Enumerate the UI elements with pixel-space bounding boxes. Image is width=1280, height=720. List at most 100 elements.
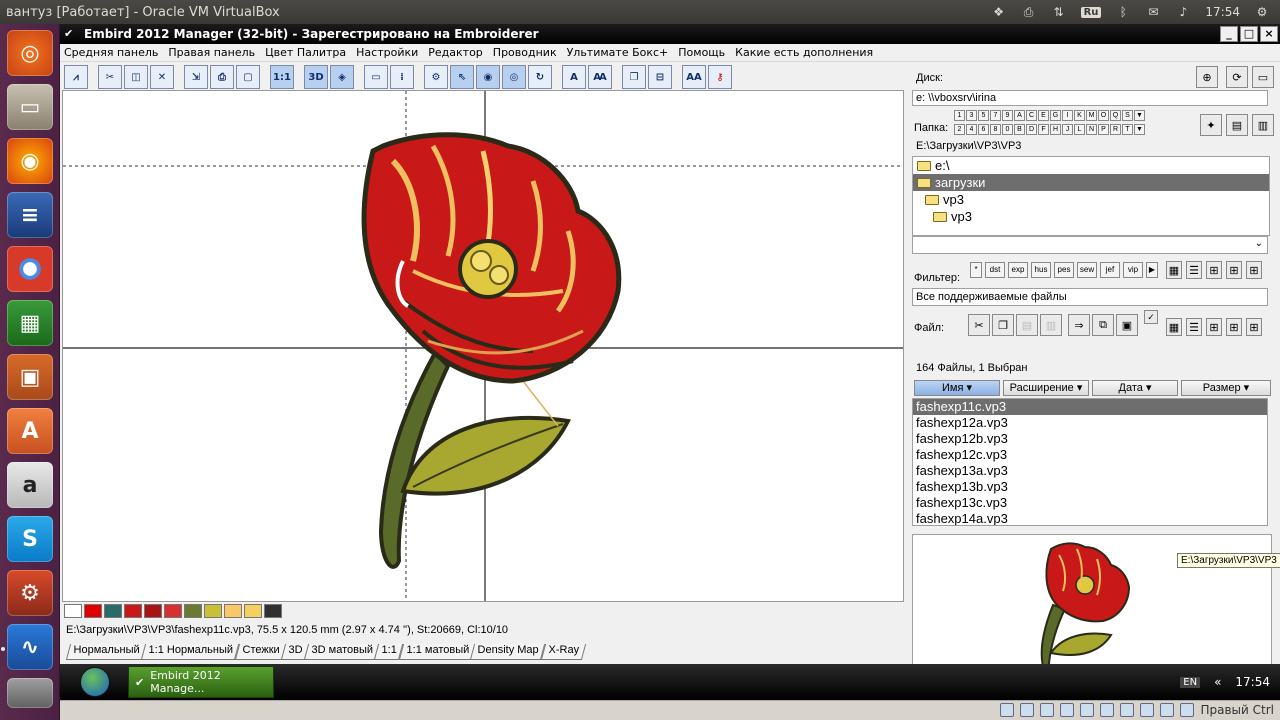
color-swatch[interactable] bbox=[64, 604, 82, 618]
folder-letter-button[interactable]: O bbox=[1098, 110, 1109, 121]
menu-item[interactable]: Помощь bbox=[678, 46, 725, 59]
os-clock[interactable]: 17:54 bbox=[1205, 5, 1240, 19]
folder-letter-button[interactable]: G bbox=[1050, 110, 1061, 121]
firefox-icon[interactable]: ◉ bbox=[7, 138, 53, 184]
folder-letter-button[interactable]: 8 bbox=[990, 124, 1001, 135]
file-list-item[interactable]: fashexp12a.vp3 bbox=[913, 415, 1267, 431]
layout-icon[interactable]: ⊟ bbox=[648, 65, 672, 89]
cut-icon[interactable]: ✂ bbox=[968, 314, 990, 336]
measure-icon[interactable]: ⁞ bbox=[390, 65, 414, 89]
column-header[interactable]: Размер ▾ bbox=[1181, 380, 1271, 396]
duplicate-icon[interactable]: ⧉ bbox=[1092, 314, 1114, 336]
folder-history-select[interactable]: ⌄ bbox=[912, 236, 1268, 254]
menu-item[interactable]: Проводник bbox=[493, 46, 557, 59]
guest-clock[interactable]: 17:54 bbox=[1235, 675, 1270, 689]
color-swatch[interactable] bbox=[84, 604, 102, 618]
folder-options-icon[interactable]: ▥ bbox=[1252, 114, 1274, 136]
column-header[interactable]: Дата ▾ bbox=[1092, 380, 1178, 396]
column-header[interactable]: Расширение ▾ bbox=[1003, 380, 1089, 396]
one-to-one-button[interactable]: 1:1 bbox=[270, 65, 294, 89]
cpu-icon[interactable] bbox=[1160, 703, 1175, 717]
filter-grid-xl-icon[interactable]: ⊞ bbox=[1246, 261, 1262, 279]
view-all-icon[interactable]: ◎ bbox=[502, 65, 526, 89]
folder-letter-button[interactable]: F bbox=[1038, 124, 1049, 135]
folder-letter-button[interactable]: J bbox=[1062, 124, 1073, 135]
filter-button[interactable]: dst bbox=[985, 262, 1005, 278]
select-tool-icon[interactable]: ⇖ bbox=[450, 65, 474, 89]
edit-tool-icon[interactable]: ✂ bbox=[98, 65, 122, 89]
delete-stitches-icon[interactable]: ✕ bbox=[150, 65, 174, 89]
window-mode-icon[interactable]: ▭ bbox=[1252, 66, 1274, 88]
view-icon[interactable]: ◉ bbox=[476, 65, 500, 89]
folder-letter-button[interactable]: A bbox=[1014, 110, 1025, 121]
folder-letter-button[interactable]: 3 bbox=[966, 110, 977, 121]
trash-icon[interactable] bbox=[7, 678, 53, 708]
key-icon[interactable]: ⚷ bbox=[708, 65, 732, 89]
usb-icon[interactable] bbox=[1080, 703, 1095, 717]
capture-icon[interactable]: ◫ bbox=[124, 65, 148, 89]
move-icon[interactable]: ⇒ bbox=[1068, 314, 1090, 336]
print-icon[interactable]: ⎙ bbox=[210, 65, 234, 89]
folder-letter-button[interactable]: D bbox=[1026, 124, 1037, 135]
view-tab[interactable]: 1:1 Нормальный bbox=[140, 644, 240, 660]
refresh-icon[interactable]: ⟳ bbox=[1226, 66, 1248, 88]
file-list-icon[interactable]: ☰ bbox=[1186, 318, 1202, 336]
system-settings-icon[interactable]: ⚙ bbox=[7, 570, 53, 616]
folder-letter-button[interactable]: 4 bbox=[966, 124, 977, 135]
copy-icon[interactable]: ❐ bbox=[992, 314, 1014, 336]
files-icon[interactable]: ▭ bbox=[7, 84, 53, 130]
optical-drive-icon[interactable] bbox=[1020, 703, 1035, 717]
folder-letter-button[interactable]: E bbox=[1038, 110, 1049, 121]
keyboard-layout-indicator[interactable]: Ru bbox=[1080, 6, 1102, 18]
color-swatch[interactable] bbox=[224, 604, 242, 618]
copy-design-icon[interactable]: ❐ bbox=[622, 65, 646, 89]
mail-icon[interactable]: ✉ bbox=[1145, 5, 1161, 19]
filter-button[interactable]: sew bbox=[1077, 262, 1097, 278]
folder-letter-button[interactable]: S bbox=[1122, 110, 1133, 121]
three-d-matte-icon[interactable]: ◈ bbox=[330, 65, 354, 89]
file-list[interactable]: fashexp11c.vp3 fashexp12a.vp3 fashexp12b.v… bbox=[912, 398, 1268, 526]
menu-item[interactable]: Ультимате Бокс+ bbox=[567, 46, 669, 59]
file-grid-large-icon[interactable]: ⊞ bbox=[1226, 318, 1242, 336]
color-swatch[interactable] bbox=[164, 604, 182, 618]
minimize-button[interactable]: _ bbox=[1220, 26, 1238, 42]
file-list-item[interactable]: fashexp13c.vp3 bbox=[913, 495, 1267, 511]
folder-letter-button[interactable]: I bbox=[1062, 110, 1073, 121]
folder-tree-item[interactable]: vp3 bbox=[913, 191, 1269, 208]
lettering-button[interactable]: AA bbox=[682, 65, 706, 89]
impress-icon[interactable]: ▣ bbox=[7, 354, 53, 400]
display-icon[interactable] bbox=[1120, 703, 1135, 717]
close-button[interactable]: × bbox=[1260, 26, 1278, 42]
folder-letter-button[interactable]: 6 bbox=[978, 124, 989, 135]
network-status-icon[interactable] bbox=[1060, 703, 1075, 717]
file-view-icon[interactable]: ▦ bbox=[1166, 318, 1182, 336]
color-swatch[interactable] bbox=[104, 604, 122, 618]
filter-button[interactable]: jef bbox=[1100, 262, 1120, 278]
calc-icon[interactable]: ▦ bbox=[7, 300, 53, 346]
file-list-item[interactable]: fashexp12c.vp3 bbox=[913, 447, 1267, 463]
menu-item[interactable]: Правая панель bbox=[168, 46, 255, 59]
folder-tree-item[interactable]: e:\ bbox=[913, 157, 1269, 174]
letters-scroll-icon[interactable]: ▼ bbox=[1134, 124, 1145, 135]
start-button[interactable] bbox=[80, 667, 110, 697]
task-embird[interactable]: ✔ Embird 2012 Manage... bbox=[128, 666, 274, 698]
recording-icon[interactable] bbox=[1140, 703, 1155, 717]
folder-letter-button[interactable]: 9 bbox=[1002, 110, 1013, 121]
folder-letter-button[interactable]: C bbox=[1026, 110, 1037, 121]
color-swatch[interactable] bbox=[124, 604, 142, 618]
stitch-icon[interactable]: ⩘ bbox=[64, 65, 88, 89]
folder-letter-button[interactable]: 7 bbox=[990, 110, 1001, 121]
view-tab[interactable]: Нормальный bbox=[65, 644, 147, 660]
network-icon[interactable]: ⇅ bbox=[1051, 5, 1067, 19]
folder-letter-button[interactable]: M bbox=[1086, 110, 1097, 121]
menu-item[interactable]: Средняя панель bbox=[64, 46, 158, 59]
filter-button[interactable]: pes bbox=[1054, 262, 1074, 278]
machine-icon[interactable]: ⚙ bbox=[424, 65, 448, 89]
file-list-item[interactable]: fashexp11c.vp3 bbox=[913, 399, 1267, 415]
chrome-icon[interactable] bbox=[7, 246, 53, 292]
filter-button[interactable]: vip bbox=[1123, 262, 1143, 278]
folder-letter-button[interactable]: 5 bbox=[978, 110, 989, 121]
folder-letter-button[interactable]: T bbox=[1122, 124, 1133, 135]
view-tab[interactable]: X-Ray bbox=[540, 644, 586, 660]
filter-more-icon[interactable]: ▶ bbox=[1146, 262, 1158, 278]
